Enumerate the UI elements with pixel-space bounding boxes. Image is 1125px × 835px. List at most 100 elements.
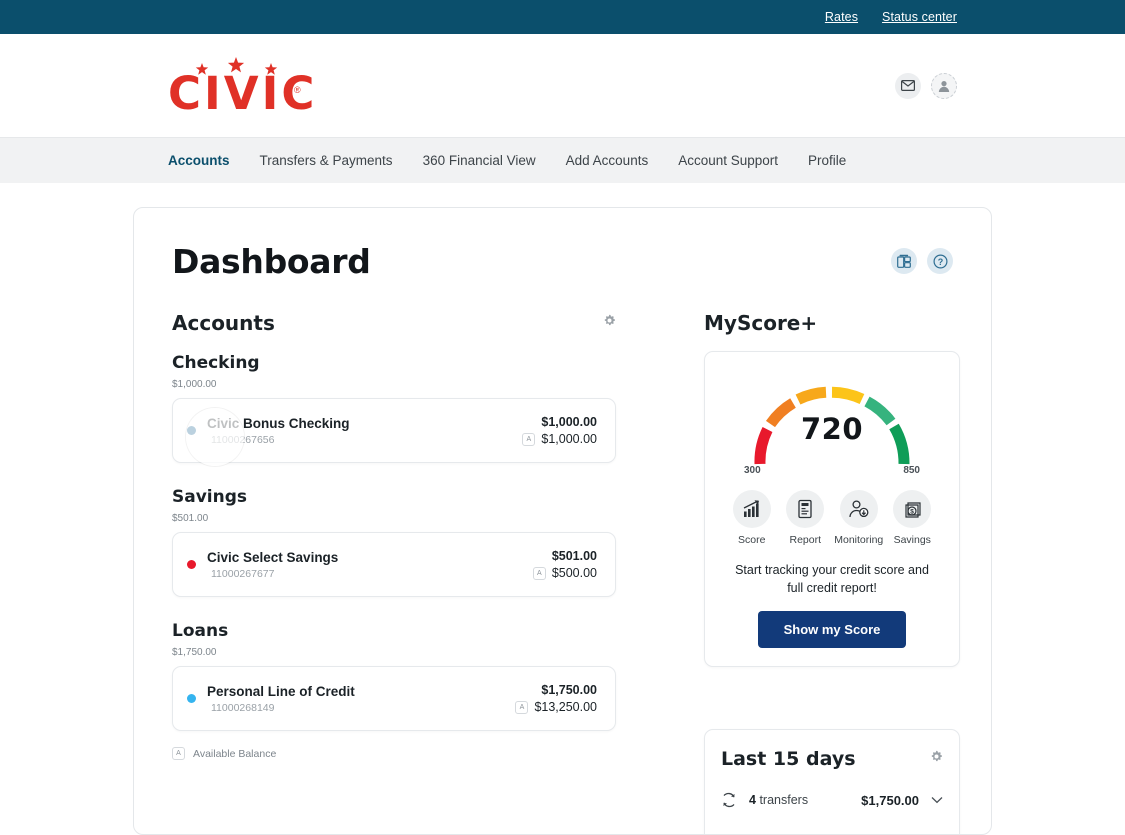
masthead-actions [895, 72, 957, 99]
money-stack-icon: $ [893, 490, 932, 528]
civic-logo[interactable]: CIVIC ® [168, 55, 314, 117]
myscore-features: Score Report Monitoring $ Savings [725, 490, 939, 546]
account-name: Civic Select Savings [207, 549, 339, 565]
chevron-down-icon[interactable] [931, 796, 943, 804]
group-title-loans: Loans [172, 621, 229, 641]
account-available-row: A $500.00 [532, 566, 597, 580]
list-item[interactable]: Logged in 7 times [721, 830, 943, 834]
nav-item-transfers-payments[interactable]: Transfers & Payments [260, 153, 393, 168]
account-identity: Civic Select Savings 11000267677 [207, 550, 533, 580]
account-amounts: $1,000.00 A $1,000.00 [522, 415, 597, 446]
feature-score[interactable]: Score [725, 490, 779, 546]
transfers-unit: transfers [759, 793, 809, 808]
transfers-label: 4 transfers [749, 793, 849, 807]
last-15-days-title: Last 15 days [721, 748, 856, 771]
credit-score-gauge: 720 300 850 [734, 372, 930, 476]
accounts-section-header: Accounts [172, 311, 616, 335]
group-total-checking: $1,000.00 [172, 379, 217, 390]
table-row[interactable]: Personal Line of Credit 11000268149 $1,7… [172, 666, 616, 731]
feature-savings[interactable]: $ Savings [886, 490, 940, 546]
last-15-days-settings-gear-icon[interactable] [930, 750, 943, 768]
svg-text:$: $ [910, 509, 914, 516]
account-available-row: A $13,250.00 [515, 700, 597, 714]
gauge-max-label: 850 [903, 465, 920, 476]
account-available-balance: $500.00 [551, 566, 597, 580]
logo-registered-mark: ® [294, 84, 301, 95]
account-balance: $501.00 [551, 549, 597, 563]
group-title-savings: Savings [172, 487, 248, 507]
transfers-count: 4 [749, 793, 756, 808]
account-status-dot [187, 694, 196, 703]
widgets-layout-icon[interactable] [891, 248, 917, 274]
masthead: CIVIC ® [0, 34, 1125, 137]
account-identity: Civic Bonus Checking 11000267656 [207, 416, 522, 446]
dashboard-body: Accounts Checking $1,000.00 Civic Bonus … [172, 311, 960, 834]
gauge-min-label: 300 [744, 465, 761, 476]
help-question-icon[interactable]: ? [927, 248, 953, 274]
account-available-balance: $1,000.00 [541, 432, 597, 446]
account-number: 11000268149 [211, 701, 275, 714]
credit-score-value: 720 [800, 412, 864, 446]
account-available-balance: $13,250.00 [534, 700, 597, 714]
page-header-actions: ? [891, 248, 953, 274]
help-question-glyph: ? [932, 253, 948, 269]
user-avatar-icon[interactable] [931, 72, 957, 99]
table-row[interactable]: Civic Bonus Checking 11000267656 $1,000.… [172, 398, 616, 463]
nav-item-account-support[interactable]: Account Support [678, 153, 778, 168]
svg-text:?: ? [937, 257, 943, 267]
rates-link[interactable]: Rates [825, 10, 858, 24]
feature-monitoring[interactable]: Monitoring [832, 490, 886, 546]
account-amounts: $1,750.00 A $13,250.00 [515, 683, 597, 714]
list-item[interactable]: 4 transfers $1,750.00 [721, 786, 943, 814]
available-balance-badge: A [515, 700, 529, 714]
page-header: Dashboard ? [172, 242, 953, 281]
myscore-title: MyScore+ [704, 311, 818, 335]
envelope-glyph [901, 80, 915, 91]
envelope-icon[interactable] [895, 72, 921, 99]
group-title-checking: Checking [172, 353, 260, 373]
main-navigation: Accounts Transfers & Payments 360 Financ… [0, 137, 1125, 183]
show-my-score-button[interactable]: Show my Score [758, 611, 906, 649]
nav-item-add-accounts[interactable]: Add Accounts [566, 153, 649, 168]
available-balance-badge: A [532, 566, 546, 580]
group-total-savings: $501.00 [172, 513, 209, 524]
legend-badge-icon: A [172, 747, 185, 760]
account-name: Civic Bonus Checking [207, 415, 350, 431]
table-row[interactable]: Civic Select Savings 11000267677 $501.00… [172, 532, 616, 597]
account-available-row: A $1,000.00 [522, 432, 597, 446]
last-15-days-card: Last 15 days 4 transfers $1,750.00 [704, 729, 960, 834]
account-number: 11000267677 [211, 567, 275, 580]
dashboard-card: Dashboard ? Accounts Checking $1,000.00 … [133, 207, 992, 835]
gear-glyph [604, 314, 615, 326]
document-report-icon [786, 490, 825, 528]
feature-report[interactable]: Report [779, 490, 833, 546]
widgets-column: MyScore+ 720 300 850 Score Report Monito… [704, 311, 960, 834]
last-15-days-header: Last 15 days [721, 748, 943, 770]
page-canvas: Dashboard ? Accounts Checking $1,000.00 … [0, 183, 1125, 835]
feature-label: Savings [893, 534, 931, 546]
transfer-refresh-icon [723, 793, 735, 808]
account-group-savings: Savings $501.00 Civic Select Savings 110… [172, 487, 616, 597]
document-report-glyph [798, 499, 812, 519]
feature-label: Score [738, 534, 766, 546]
account-status-dot [187, 426, 196, 435]
money-stack-glyph: $ [905, 502, 921, 518]
page-title: Dashboard [172, 242, 371, 281]
nav-item-360-financial-view[interactable]: 360 Financial View [423, 153, 536, 168]
account-status-dot [187, 560, 196, 569]
nav-item-profile[interactable]: Profile [808, 153, 846, 168]
account-amounts: $501.00 A $500.00 [532, 549, 597, 580]
available-balance-legend: A Available Balance [172, 747, 616, 760]
bar-chart-growth-icon [732, 490, 771, 528]
accounts-section-title: Accounts [172, 311, 275, 335]
bar-chart-growth-glyph [743, 500, 759, 517]
status-center-link[interactable]: Status center [882, 10, 957, 24]
feature-label: Report [789, 534, 821, 546]
accounts-settings-gear-icon[interactable] [603, 314, 616, 332]
myscore-card: 720 300 850 Score Report Monitoring $ Sa… [704, 351, 960, 668]
widgets-layout-glyph [897, 254, 911, 268]
nav-item-accounts[interactable]: Accounts [168, 153, 230, 168]
account-group-loans: Loans $1,750.00 Personal Line of Credit … [172, 621, 616, 731]
utility-bar: Rates Status center [0, 0, 1125, 34]
group-total-loans: $1,750.00 [172, 647, 217, 658]
